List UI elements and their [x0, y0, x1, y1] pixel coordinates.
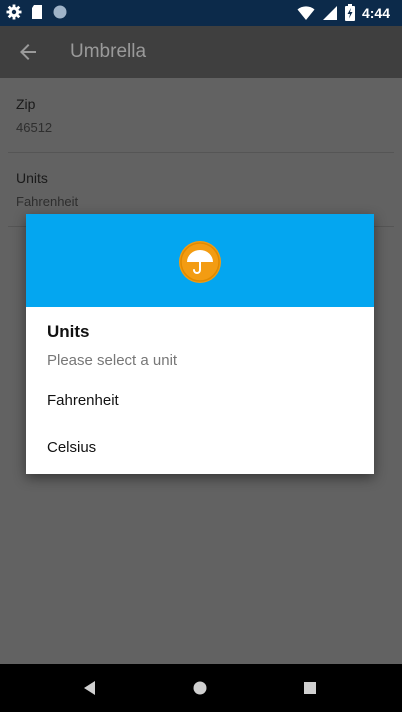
pref-units-summary: Fahrenheit [16, 194, 79, 209]
wifi-icon [297, 5, 315, 20]
home-circle-icon[interactable] [188, 676, 212, 700]
recents-square-icon[interactable] [298, 676, 322, 700]
pref-zip[interactable]: Zip 46512 [16, 96, 52, 135]
arrow-back-icon[interactable] [16, 40, 40, 64]
option-celsius[interactable]: Celsius [26, 426, 374, 470]
battery-charging-icon [344, 4, 355, 21]
settings-icon [6, 4, 22, 20]
pref-units[interactable]: Units Fahrenheit [16, 170, 78, 209]
divider [8, 152, 394, 153]
pref-zip-title: Zip [16, 96, 36, 112]
pref-units-title: Units [16, 170, 48, 186]
dialog-title: Units [47, 322, 90, 341]
cell-signal-icon [322, 5, 337, 20]
status-right-icons: 4:44 [297, 4, 390, 21]
app-bar: Umbrella [0, 26, 402, 78]
app-title: Umbrella [70, 41, 147, 62]
option-fahrenheit[interactable]: Fahrenheit [26, 379, 374, 423]
back-triangle-icon[interactable] [78, 676, 102, 700]
units-dialog: Units Please select a unit Fahrenheit Ce… [26, 214, 374, 474]
sync-icon [53, 5, 67, 19]
status-left-icons [6, 4, 68, 20]
status-time: 4:44 [361, 4, 390, 21]
dialog-subtitle: Please select a unit [47, 352, 178, 369]
status-bar: 4:44 [0, 0, 402, 26]
navigation-bar [0, 664, 402, 712]
dialog-header [26, 214, 374, 307]
umbrella-icon [179, 241, 221, 283]
sd-card-icon [32, 5, 42, 19]
pref-zip-summary: 46512 [16, 120, 53, 135]
